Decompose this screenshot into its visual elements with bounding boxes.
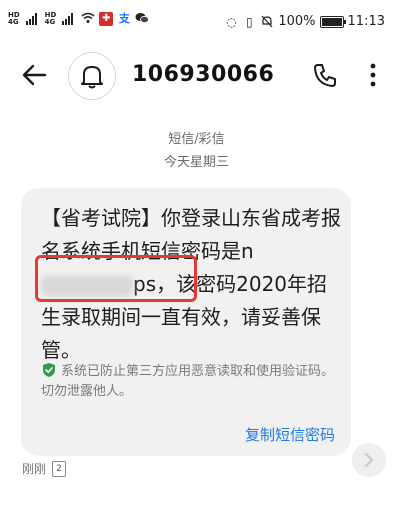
sim2-net-label: 4G <box>44 18 56 26</box>
sim1-indicator: HD 4G <box>8 12 20 26</box>
clock: 11:13 <box>347 14 385 29</box>
message-bubble[interactable]: 【省考试院】你登录山东省成考报名系统手机短信密码是nps，该密码2020年招生录… <box>21 188 351 456</box>
app-notification-icon: ✚ <box>99 12 114 26</box>
battery-percent: 100% <box>278 14 316 29</box>
nfc-icon: ◌ <box>226 14 237 29</box>
sim1-net-label: 4G <box>8 18 19 26</box>
chevron-right-icon <box>365 453 373 467</box>
message-type-label: 短信/彩信 <box>168 132 225 147</box>
call-button[interactable] <box>312 62 338 88</box>
security-notice: 系统已防止第三方应用恶意读取和使用验证码。切勿泄露他人。 <box>41 362 341 402</box>
signal-bars-icon-2 <box>62 13 74 25</box>
wifi-icon <box>81 12 95 26</box>
copy-code-button[interactable]: 复制短信密码 <box>245 424 335 445</box>
bell-icon <box>81 66 103 89</box>
wechat-icon <box>135 12 150 26</box>
alipay-icon: 支 <box>118 12 130 25</box>
mute-bell-icon <box>260 15 274 29</box>
date-divider: 今天星期三 <box>163 155 229 170</box>
sim-slot-badge: 2 <box>52 460 67 477</box>
conversation-title: 106930066 <box>132 62 275 87</box>
phone-icon <box>314 64 336 87</box>
more-options-button[interactable] <box>366 60 380 90</box>
battery-fill <box>321 17 342 26</box>
sent-time: 刚刚 <box>22 462 47 476</box>
sim2-indicator: HD 4G <box>45 12 57 26</box>
status-right: ◌ ▯ 100% 11:13 <box>224 14 385 29</box>
conversation-header: 106930066 <box>0 44 393 108</box>
signal-bars-icon <box>25 13 37 25</box>
status-bar: HD 4G HD 4G ✚ 支 ◌ ▯ 100% 11:13 <box>0 0 393 44</box>
vibrate-icon: ▯ <box>246 14 253 29</box>
more-vertical-icon <box>370 63 376 87</box>
contact-avatar-button[interactable] <box>68 52 116 100</box>
password-highlight-box <box>35 255 197 302</box>
message-timestamp: 刚刚 2 <box>22 460 67 477</box>
shield-check-icon <box>43 363 55 377</box>
battery-icon <box>319 15 346 28</box>
arrow-left-icon <box>22 64 47 86</box>
back-button[interactable] <box>18 58 52 92</box>
status-left: HD 4G HD 4G ✚ 支 <box>8 12 150 26</box>
security-notice-text: 系统已防止第三方应用恶意读取和使用验证码。切勿泄露他人。 <box>41 364 335 399</box>
forward-button[interactable] <box>352 443 386 477</box>
